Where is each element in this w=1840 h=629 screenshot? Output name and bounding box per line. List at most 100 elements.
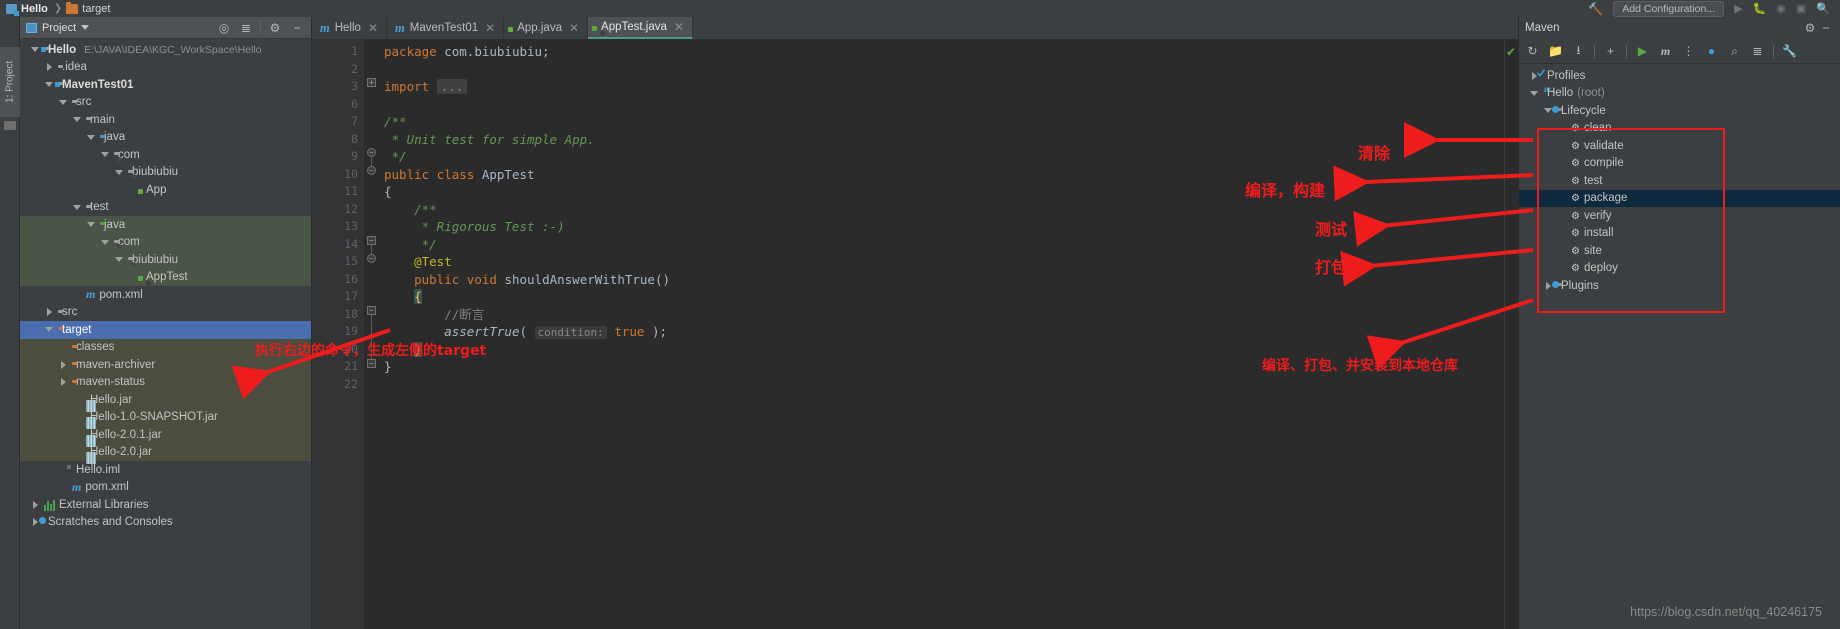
chevron-down-icon[interactable] xyxy=(87,222,95,228)
fold-toggle-method-icon[interactable]: − xyxy=(367,306,376,315)
tree-row[interactable]: Hello-2.0.1.jar xyxy=(20,426,311,444)
fold-toggle-javadoc-icon[interactable]: − xyxy=(367,148,376,157)
tree-expander[interactable] xyxy=(86,222,96,228)
chevron-down-icon[interactable] xyxy=(45,327,53,333)
chevron-down-icon[interactable] xyxy=(115,257,123,263)
tree-expander[interactable] xyxy=(114,257,124,263)
collapse-all-icon[interactable]: ≣ xyxy=(238,20,254,36)
tree-row[interactable]: Scratches and Consoles xyxy=(20,514,311,532)
maven-tree-row[interactable]: ⚙ compile xyxy=(1519,155,1840,173)
tree-row[interactable]: test xyxy=(20,199,311,217)
maven-tree-row[interactable]: ⚙ validate xyxy=(1519,137,1840,155)
chevron-down-icon[interactable] xyxy=(73,117,81,123)
tree-row[interactable]: AppTest xyxy=(20,268,311,286)
maven-tree-row[interactable]: ⚙ deploy xyxy=(1519,260,1840,278)
tree-row[interactable]: target xyxy=(20,321,311,339)
maven-tree-row[interactable]: ⚙ install xyxy=(1519,225,1840,243)
tree-expander[interactable] xyxy=(44,327,54,333)
tree-expander[interactable] xyxy=(44,82,54,88)
chevron-right-icon[interactable] xyxy=(60,378,66,387)
debug-icon[interactable]: 🐛 xyxy=(1753,2,1767,15)
tree-expander[interactable] xyxy=(114,169,124,175)
toggle-skip-tests-icon[interactable]: ⋮ xyxy=(1681,44,1696,59)
tree-row[interactable]: Hello.jar xyxy=(20,391,311,409)
chevron-down-icon[interactable] xyxy=(101,239,109,245)
fold-end-method-icon[interactable]: − xyxy=(367,359,376,368)
tree-row[interactable]: classes xyxy=(20,338,311,356)
refresh-icon[interactable]: ↻ xyxy=(1525,44,1540,59)
fold-toggle-javadoc2-icon[interactable]: − xyxy=(367,236,376,245)
add-configuration-button[interactable]: Add Configuration... xyxy=(1613,0,1725,17)
editor-tab[interactable]: m Hello ✕ xyxy=(312,17,388,39)
project-panel-title-group[interactable]: Project xyxy=(26,22,210,34)
chevron-right-icon[interactable] xyxy=(60,360,66,369)
fold-end-javadoc-icon[interactable]: − xyxy=(367,166,376,175)
tree-row[interactable]: Hello-2.0.jar xyxy=(20,443,311,461)
tree-row[interactable]: m pom.xml xyxy=(20,286,311,304)
chevron-right-icon[interactable] xyxy=(32,518,38,527)
tree-row[interactable]: java xyxy=(20,216,311,234)
tree-expander[interactable] xyxy=(100,239,110,245)
close-icon[interactable]: ✕ xyxy=(485,21,495,35)
tree-row[interactable]: MavenTest01 xyxy=(20,76,311,94)
tree-row[interactable]: m pom.xml xyxy=(20,479,311,497)
tree-row[interactable]: App xyxy=(20,181,311,199)
download-sources-icon[interactable]: ⭳ xyxy=(1571,43,1586,59)
marker-strip[interactable]: ✔ xyxy=(1504,39,1518,629)
tree-row[interactable]: src xyxy=(20,94,311,112)
add-module-icon[interactable]: 📁 xyxy=(1548,44,1563,59)
tree-expander[interactable] xyxy=(72,204,82,210)
breadcrumb-item-target[interactable]: target xyxy=(66,1,110,15)
code-text[interactable]: package com.biubiubiu; import ... /** * Un… xyxy=(378,39,1518,629)
tree-expander[interactable] xyxy=(30,500,40,509)
code-folding-column[interactable]: + − − − − − − xyxy=(364,39,378,629)
execute-maven-goal-icon[interactable]: m xyxy=(1658,44,1673,59)
maven-tree-row[interactable]: ⚙ verify xyxy=(1519,207,1840,225)
tree-row[interactable]: com xyxy=(20,233,311,251)
tree-row[interactable]: biubiubiu xyxy=(20,251,311,269)
sidebar-item-project-tab[interactable]: 1: Project xyxy=(0,47,20,117)
hammer-icon[interactable]: 🔨 xyxy=(1588,2,1603,16)
chevron-right-icon[interactable] xyxy=(46,63,52,72)
tree-expander[interactable] xyxy=(58,378,68,387)
code-editor[interactable]: 123678910⏩111213141516▶171819202122 + − … xyxy=(312,39,1518,629)
run-green-icon[interactable]: ▶ xyxy=(1734,2,1742,15)
close-icon[interactable]: ✕ xyxy=(368,21,378,35)
minimize-icon[interactable]: − xyxy=(1818,20,1834,36)
tree-expander[interactable] xyxy=(58,360,68,369)
maven-tree-row[interactable]: Hello (root) xyxy=(1519,85,1840,103)
editor-tab[interactable]: m MavenTest01 ✕ xyxy=(387,17,505,39)
tree-expander[interactable] xyxy=(30,47,40,53)
tree-expander[interactable] xyxy=(1529,71,1539,80)
collapse-all-icon[interactable]: ≣ xyxy=(1750,44,1765,59)
chevron-down-icon[interactable] xyxy=(45,82,53,88)
offline-mode-icon[interactable]: ● xyxy=(1704,44,1719,59)
settings-wrench-icon[interactable]: 🔧 xyxy=(1782,44,1797,59)
coverage-icon[interactable]: ◉ xyxy=(1776,2,1786,15)
chevron-down-icon[interactable] xyxy=(101,152,109,158)
tree-row[interactable]: External Libraries xyxy=(20,496,311,514)
crosshair-icon[interactable]: ◎ xyxy=(216,20,232,36)
chevron-right-icon[interactable] xyxy=(32,500,38,509)
plus-icon[interactable]: + xyxy=(1603,44,1618,59)
maven-tree-row[interactable]: ⚙ package xyxy=(1519,189,1840,207)
chevron-right-icon[interactable] xyxy=(46,308,52,317)
maven-tree-row[interactable]: Lifecycle xyxy=(1519,102,1840,120)
tree-expander[interactable] xyxy=(1529,90,1539,96)
chevron-right-icon[interactable] xyxy=(1545,281,1551,290)
maven-tree-row[interactable]: ⚙ clean xyxy=(1519,120,1840,138)
chevron-down-icon[interactable] xyxy=(1530,90,1538,96)
editor-tab[interactable]: AppTest.java ✕ xyxy=(588,17,693,39)
expand-all-icon[interactable]: ⌕ xyxy=(1727,44,1742,59)
tree-expander[interactable] xyxy=(44,308,54,317)
chevron-down-icon[interactable] xyxy=(81,25,90,30)
profile-icon[interactable]: ▣ xyxy=(1796,2,1806,15)
tree-row[interactable]: Hello E:\JAVA\IDEA\KGC_WorkSpace\Hello xyxy=(20,41,311,59)
close-icon[interactable]: ✕ xyxy=(674,20,684,34)
run-icon[interactable]: ▶ xyxy=(1635,44,1650,59)
breadcrumb-item-hello[interactable]: Hello xyxy=(6,3,48,16)
chevron-down-icon[interactable] xyxy=(87,134,95,140)
tree-expander[interactable] xyxy=(72,117,82,123)
tree-row[interactable]: Hello.iml xyxy=(20,461,311,479)
tree-expander[interactable] xyxy=(86,134,96,140)
